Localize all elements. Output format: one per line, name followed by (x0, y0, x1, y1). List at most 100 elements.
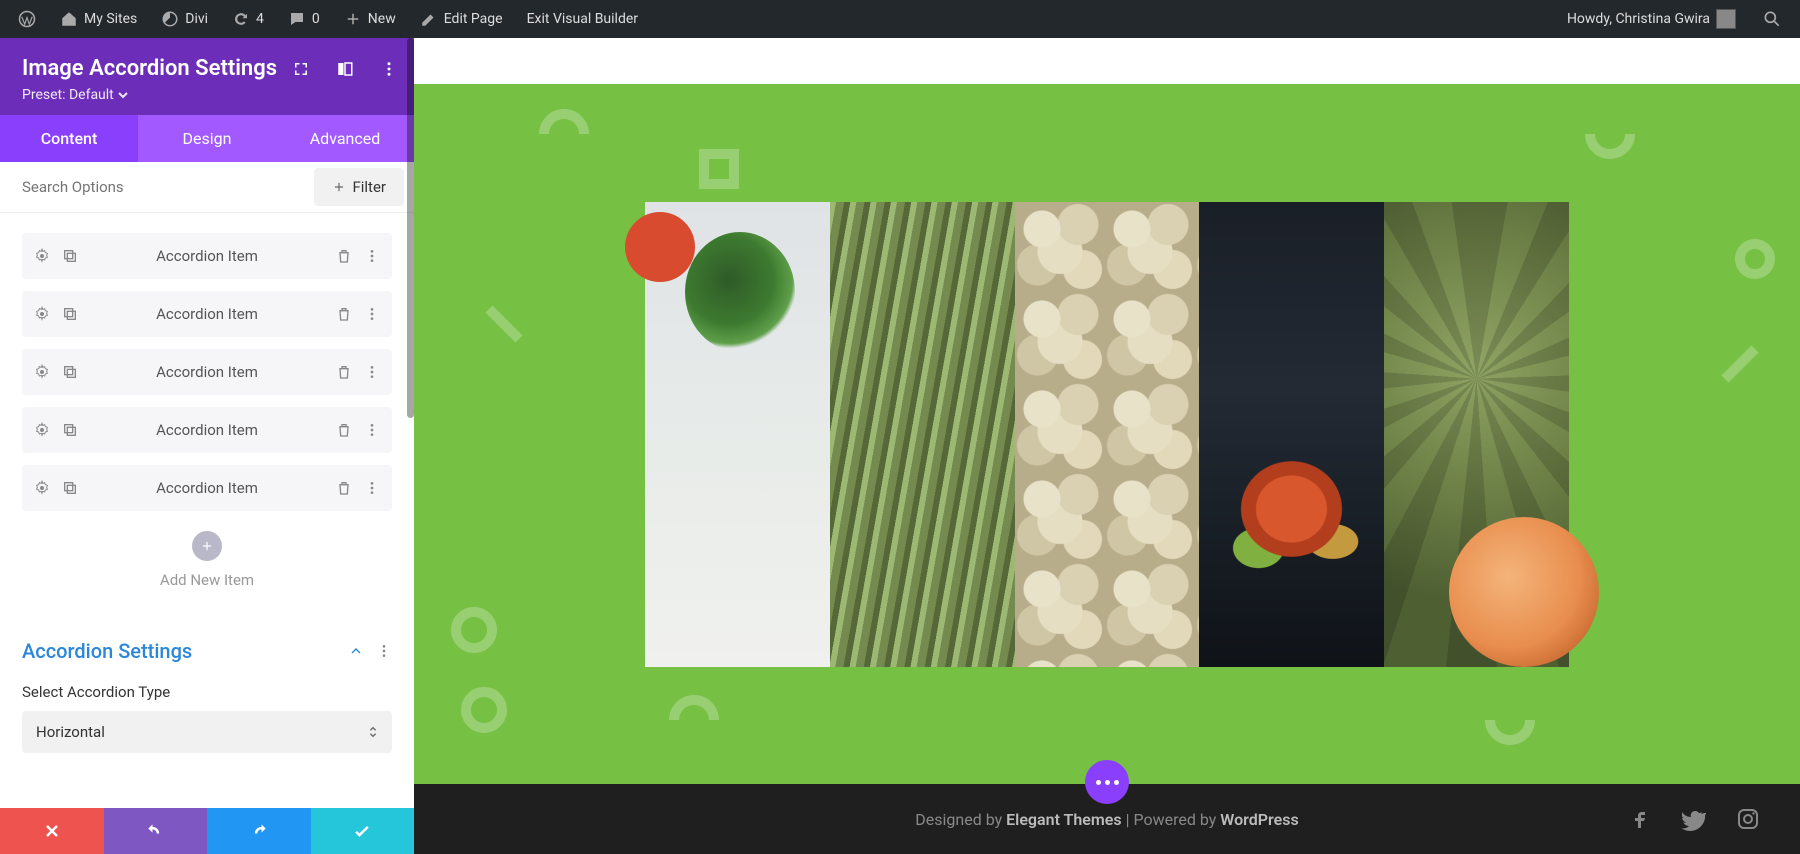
avatar (1716, 9, 1736, 29)
gear-icon[interactable] (34, 306, 50, 322)
tab-advanced[interactable]: Advanced (276, 115, 414, 162)
kebab-icon[interactable] (364, 306, 380, 322)
credit-platform-link[interactable]: WordPress (1220, 810, 1298, 829)
cancel-button[interactable] (0, 808, 104, 854)
filter-button[interactable]: Filter (314, 168, 404, 206)
accordion-slice[interactable] (830, 202, 1015, 667)
exit-visual-builder-link[interactable]: Exit Visual Builder (519, 0, 646, 38)
gear-icon[interactable] (34, 248, 50, 264)
trash-icon[interactable] (336, 248, 352, 264)
select-caret-icon (368, 725, 378, 739)
site-menu[interactable]: Divi (153, 0, 216, 38)
kebab-icon[interactable] (376, 643, 392, 659)
home-icon (60, 10, 78, 28)
my-sites-menu[interactable]: My Sites (52, 0, 145, 38)
kebab-icon[interactable] (364, 480, 380, 496)
accordion-item-row[interactable]: Accordion Item (22, 233, 392, 279)
tab-design[interactable]: Design (138, 115, 276, 162)
redo-icon (249, 821, 269, 841)
redo-button[interactable] (207, 808, 311, 854)
chevron-up-icon[interactable] (348, 643, 364, 659)
gear-icon[interactable] (34, 480, 50, 496)
tab-content[interactable]: Content (0, 115, 138, 162)
comments-menu[interactable]: 0 (280, 0, 328, 38)
accordion-item-row[interactable]: Accordion Item (22, 407, 392, 453)
plus-icon (344, 10, 362, 28)
new-label: New (368, 11, 396, 27)
footer-credit: Designed by Elegant Themes | Powered by … (454, 810, 1760, 829)
instagram-icon[interactable] (1736, 807, 1760, 831)
admin-search-button[interactable] (1754, 0, 1790, 38)
wp-logo[interactable] (10, 0, 44, 38)
credit-text: Designed by (915, 810, 1006, 829)
undo-button[interactable] (104, 808, 208, 854)
search-icon (1762, 9, 1782, 29)
accordion-slice[interactable] (1015, 202, 1200, 667)
plus-icon (200, 539, 214, 553)
twitter-icon[interactable] (1682, 807, 1706, 831)
accordion-slice[interactable] (1199, 202, 1384, 667)
accordion-item-label: Accordion Item (78, 421, 336, 439)
site-name-label: Divi (185, 11, 208, 27)
accordion-item-label: Accordion Item (78, 247, 336, 265)
preset-label: Preset: Default (22, 87, 114, 103)
panel-scrollbar[interactable] (407, 38, 414, 418)
duplicate-icon[interactable] (62, 364, 78, 380)
accordion-item-row[interactable]: Accordion Item (22, 291, 392, 337)
kebab-icon[interactable] (364, 248, 380, 264)
accordion-type-select[interactable]: Horizontal (22, 711, 392, 753)
check-icon (352, 821, 372, 841)
credit-brand-link[interactable]: Elegant Themes (1006, 810, 1122, 829)
trash-icon[interactable] (336, 422, 352, 438)
section-title: Accordion Settings (22, 639, 192, 663)
preset-selector[interactable]: Preset: Default (22, 87, 392, 103)
hero-section (414, 84, 1800, 784)
new-menu[interactable]: New (336, 0, 404, 38)
close-icon (42, 821, 62, 841)
gear-icon[interactable] (34, 422, 50, 438)
add-new-item: Add New Item (22, 531, 392, 589)
snap-left-icon[interactable] (336, 60, 354, 78)
search-input[interactable] (0, 164, 314, 210)
accordion-slice[interactable] (645, 202, 830, 667)
trash-icon[interactable] (336, 306, 352, 322)
select-type-label: Select Accordion Type (22, 683, 392, 701)
edit-page-link[interactable]: Edit Page (412, 0, 511, 38)
kebab-icon[interactable] (364, 364, 380, 380)
save-button[interactable] (311, 808, 415, 854)
panel-header: Image Accordion Settings Preset: Default (0, 38, 414, 115)
accordion-item-label: Accordion Item (78, 305, 336, 323)
comments-count: 0 (312, 11, 320, 27)
panel-body: Accordion Item Accordion Item Accordion … (0, 213, 414, 808)
howdy-label: Howdy, Christina Gwira (1567, 11, 1710, 27)
accordion-item-label: Accordion Item (78, 363, 336, 381)
duplicate-icon[interactable] (62, 422, 78, 438)
add-item-button[interactable] (192, 531, 222, 561)
kebab-icon[interactable] (364, 422, 380, 438)
edit-page-label: Edit Page (444, 11, 503, 27)
account-menu[interactable]: Howdy, Christina Gwira (1559, 0, 1744, 38)
facebook-icon[interactable] (1628, 807, 1652, 831)
my-sites-label: My Sites (84, 11, 137, 27)
accordion-slice[interactable] (1384, 202, 1569, 667)
duplicate-icon[interactable] (62, 248, 78, 264)
gear-icon[interactable] (34, 364, 50, 380)
credit-sep: | Powered by (1122, 810, 1221, 829)
accordion-item-row[interactable]: Accordion Item (22, 465, 392, 511)
panel-footer (0, 808, 414, 854)
builder-fab-button[interactable] (1085, 760, 1129, 804)
select-value: Horizontal (36, 723, 105, 741)
updates-menu[interactable]: 4 (224, 0, 272, 38)
duplicate-icon[interactable] (62, 480, 78, 496)
undo-icon (145, 821, 165, 841)
expand-icon[interactable] (292, 60, 310, 78)
comment-icon (288, 10, 306, 28)
trash-icon[interactable] (336, 364, 352, 380)
trash-icon[interactable] (336, 480, 352, 496)
add-new-label: Add New Item (22, 571, 392, 589)
accordion-settings-section: Accordion Settings Select Accordion Type… (22, 639, 392, 785)
duplicate-icon[interactable] (62, 306, 78, 322)
image-accordion-module[interactable] (645, 202, 1569, 667)
accordion-item-row[interactable]: Accordion Item (22, 349, 392, 395)
kebab-icon[interactable] (380, 60, 398, 78)
